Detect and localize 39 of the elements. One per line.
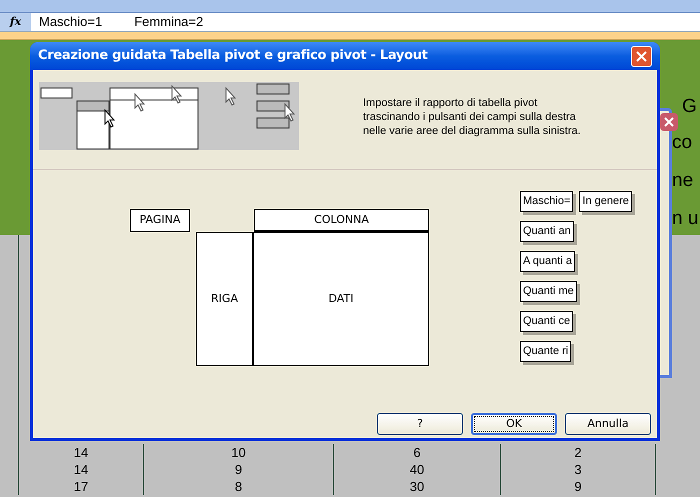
table-cell: 14: [19, 444, 144, 461]
field-button[interactable]: Quante ri: [520, 341, 572, 362]
field-button[interactable]: Quanti me: [520, 281, 577, 302]
background-text: ne: [672, 169, 694, 193]
field-button[interactable]: Quanti ce: [520, 311, 574, 332]
background-text: n u: [672, 207, 698, 231]
close-x-icon: [636, 50, 647, 62]
column-drop-area[interactable]: COLONNA: [254, 209, 429, 232]
field-button[interactable]: Maschio=: [520, 191, 574, 212]
background-text: co: [672, 131, 694, 155]
instructions-text: Impostare il rapporto di tabella pivot trascinando i pulsanti dei campi sulla destra nelle varie aree del diagramma sulla sinistra.: [363, 96, 582, 138]
page-drop-area[interactable]: PAGINA: [130, 209, 190, 232]
dialog-button[interactable]: ?: [377, 413, 463, 435]
data-drop-area[interactable]: DATI: [254, 232, 429, 366]
table-cell: 10: [144, 444, 334, 461]
dialog-button[interactable]: OK: [471, 413, 557, 435]
field-button[interactable]: In genere: [579, 191, 632, 212]
close-icon[interactable]: [660, 113, 678, 131]
table-cell: 14: [19, 461, 144, 478]
formula-content: Maschio=1: [39, 13, 102, 32]
table-cell: 8: [144, 478, 334, 495]
table-cell: 9: [144, 461, 334, 478]
background-text: G: [681, 95, 698, 119]
window-title: Creazione guidata Tabella pivot e grafico pivot - Layout: [38, 47, 428, 66]
table-cell: 40: [334, 461, 501, 478]
function-label[interactable]: fx: [0, 13, 31, 31]
close-button[interactable]: [631, 46, 652, 66]
close-x-icon: [664, 117, 674, 127]
table-cell: 17: [19, 478, 144, 495]
table-cell: 3: [501, 461, 656, 478]
table-cell: 30: [334, 478, 501, 495]
field-button[interactable]: Quanti an: [520, 221, 574, 242]
table-cell: 2: [501, 444, 656, 461]
formula-content: Femmina=2: [134, 13, 204, 32]
table-cell: 9: [501, 478, 656, 495]
row-drop-area[interactable]: RIGA: [196, 232, 254, 366]
field-button[interactable]: A quanti a: [520, 251, 575, 272]
dialog-button[interactable]: Annulla: [565, 413, 651, 435]
table-cell: 6: [334, 444, 501, 461]
